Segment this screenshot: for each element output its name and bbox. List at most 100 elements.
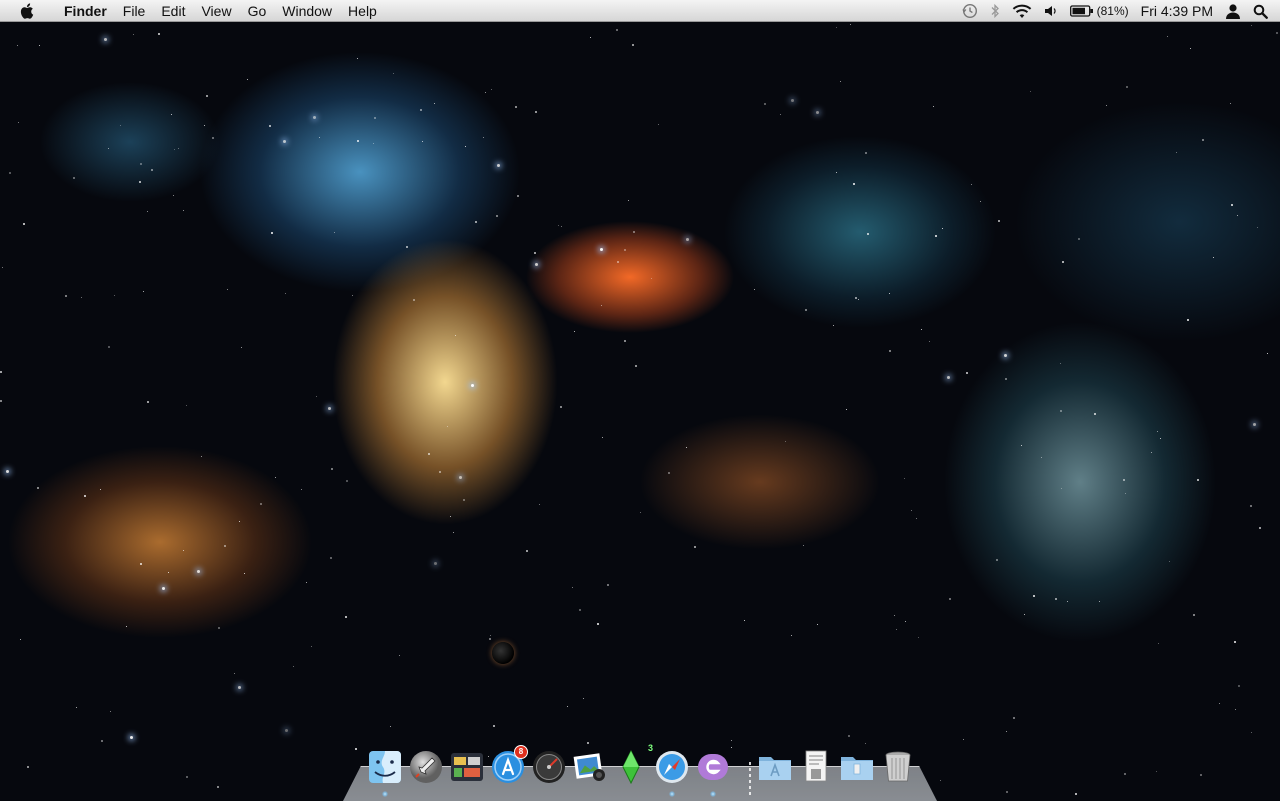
wallpaper-star — [183, 210, 184, 211]
dock-applications-folder[interactable] — [757, 749, 793, 785]
wallpaper-star — [306, 582, 307, 583]
dock-finder[interactable] — [367, 749, 403, 785]
wallpaper-star — [1251, 732, 1252, 733]
wallpaper-star — [168, 572, 169, 573]
wallpaper-star — [346, 480, 348, 482]
menu-help[interactable]: Help — [340, 0, 385, 22]
wallpaper-star — [836, 27, 837, 28]
wallpaper-star — [694, 546, 696, 548]
wallpaper-star — [331, 468, 333, 470]
wallpaper-star — [1067, 601, 1068, 602]
wallpaper-star — [1013, 717, 1015, 719]
wallpaper-star — [1187, 319, 1189, 321]
wallpaper-star — [493, 725, 495, 727]
wallpaper-star — [37, 487, 39, 489]
wallpaper-star — [632, 44, 634, 46]
downloads-folder-icon — [841, 757, 873, 780]
wallpaper-star — [535, 263, 538, 266]
wallpaper-star — [1004, 354, 1007, 357]
bluetooth-menu[interactable] — [984, 0, 1006, 22]
user-menu[interactable] — [1219, 0, 1247, 22]
dock-sims[interactable]: 3 — [613, 743, 653, 785]
wallpaper-star — [1202, 139, 1204, 141]
wallpaper-star — [428, 453, 430, 455]
wallpaper-star — [23, 223, 25, 225]
trash-icon — [885, 751, 911, 782]
wallpaper-star — [1060, 363, 1061, 364]
wallpaper-star — [617, 261, 619, 263]
wallpaper-star — [459, 476, 462, 479]
dock-mission-control[interactable] — [449, 749, 485, 785]
wallpaper-star — [1151, 452, 1152, 453]
wallpaper-star — [1033, 595, 1035, 597]
dock-trash[interactable] — [880, 749, 916, 785]
clock-menu[interactable]: Fri 4:39 PM — [1135, 0, 1219, 22]
wifi-menu[interactable] — [1006, 0, 1038, 22]
wallpaper-star — [73, 177, 75, 179]
wallpaper-star — [1158, 643, 1159, 644]
wallpaper-star — [1030, 91, 1031, 92]
wallpaper-star — [1176, 152, 1177, 153]
dock-app-store[interactable]: 8 — [490, 745, 528, 785]
apple-menu[interactable] — [0, 2, 56, 20]
dock-downloads-folder[interactable] — [839, 749, 875, 785]
menu-window[interactable]: Window — [274, 0, 340, 22]
spotlight-button[interactable] — [1247, 0, 1274, 22]
wallpaper-star — [560, 406, 562, 408]
wallpaper-star — [817, 624, 818, 625]
menu-go[interactable]: Go — [240, 0, 275, 22]
wallpaper-star — [867, 233, 869, 235]
wallpaper-star — [597, 623, 599, 625]
wallpaper-star — [212, 137, 214, 139]
wallpaper-star — [574, 331, 575, 332]
wallpaper-star — [485, 92, 486, 93]
wifi-icon — [1012, 4, 1031, 18]
wallpaper-star — [173, 195, 174, 196]
wallpaper-star — [1123, 479, 1125, 481]
volume-menu[interactable] — [1038, 0, 1064, 22]
menu-file[interactable]: File — [115, 0, 154, 22]
wallpaper-star — [434, 562, 437, 565]
dock-launchpad[interactable] — [408, 749, 444, 785]
wallpaper-star — [963, 739, 964, 740]
wallpaper-star — [535, 111, 537, 113]
wallpaper-star — [471, 384, 474, 387]
wallpaper-star — [579, 609, 581, 611]
dock-documents-stack[interactable] — [798, 749, 834, 785]
wallpaper-star — [855, 297, 857, 299]
wallpaper-star — [269, 125, 271, 127]
wallpaper-star — [18, 122, 19, 123]
wallpaper-star — [1062, 261, 1064, 263]
menu-edit[interactable]: Edit — [153, 0, 193, 22]
battery-menu[interactable]: (81%) — [1064, 0, 1135, 22]
documents-stack-icon — [805, 750, 827, 782]
wallpaper-star — [996, 559, 998, 561]
wallpaper-star — [1190, 48, 1191, 49]
wallpaper-star — [206, 95, 208, 97]
wallpaper-star — [65, 295, 67, 297]
wallpaper-star — [624, 340, 626, 342]
wallpaper-star — [561, 226, 562, 227]
wallpaper-star — [904, 478, 905, 479]
dock-dashboard[interactable] — [531, 749, 567, 785]
wallpaper-star — [1061, 488, 1062, 489]
wallpaper-star — [453, 532, 454, 533]
wallpaper-star — [1156, 771, 1157, 772]
wallpaper-star — [285, 729, 288, 732]
wallpaper-star — [607, 584, 609, 586]
wallpaper-star — [803, 545, 804, 546]
wallpaper-star — [1005, 378, 1007, 380]
dock-purple-app[interactable] — [695, 749, 731, 785]
app-name-menu[interactable]: Finder — [56, 0, 115, 22]
wallpaper-star — [293, 666, 294, 667]
dock-safari[interactable] — [654, 749, 690, 785]
wallpaper-star — [1197, 479, 1199, 481]
wallpaper-star — [942, 228, 943, 229]
dock-iphoto[interactable] — [572, 749, 608, 785]
wallpaper-star — [929, 341, 930, 342]
wallpaper-star — [651, 278, 652, 279]
time-machine-menu[interactable] — [956, 0, 984, 22]
wallpaper-star — [572, 587, 573, 588]
wallpaper-star — [534, 252, 536, 254]
menu-view[interactable]: View — [193, 0, 239, 22]
